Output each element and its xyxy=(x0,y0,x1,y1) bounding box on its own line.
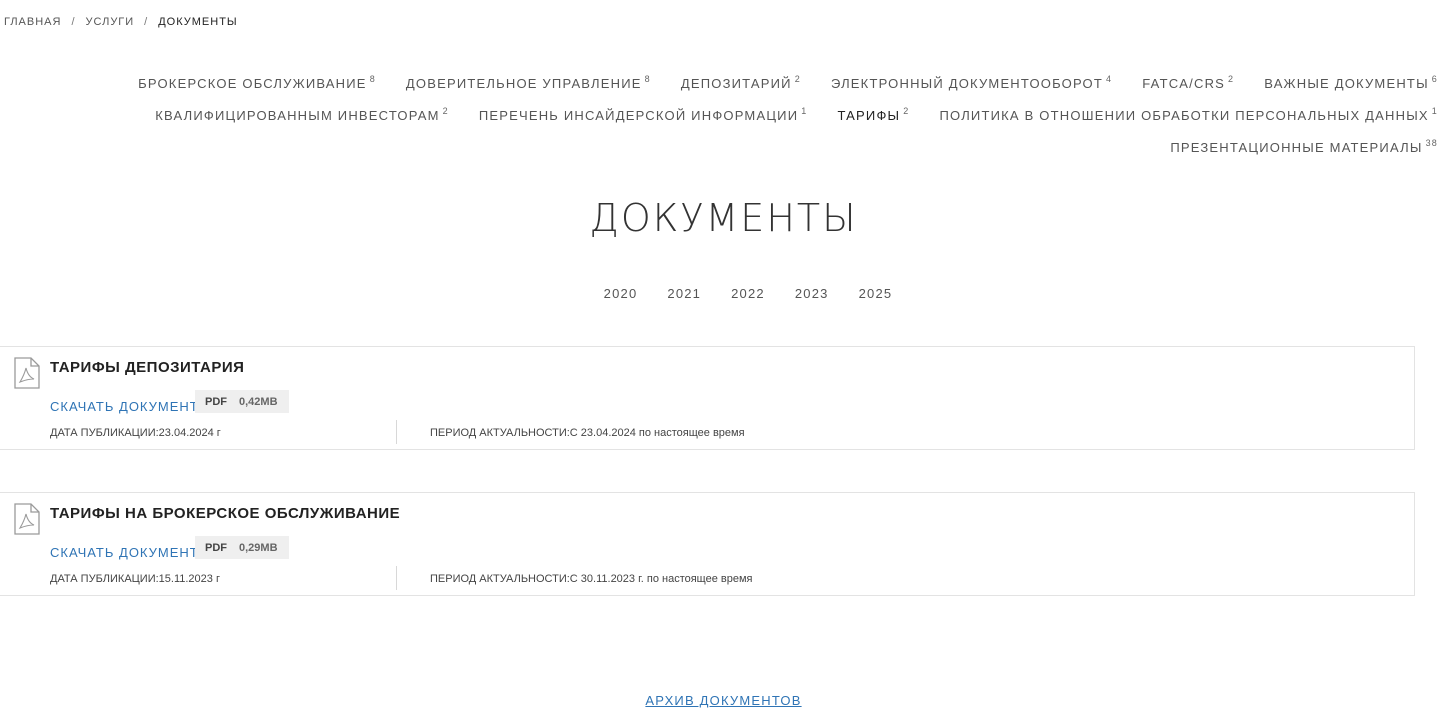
category-count: 2 xyxy=(1228,73,1235,84)
category-label: КВАЛИФИЦИРОВАННЫМ ИНВЕСТОРАМ xyxy=(155,107,440,123)
archive-link[interactable]: АРХИВ ДОКУМЕНТОВ xyxy=(645,693,801,708)
pdf-file-icon xyxy=(14,503,40,535)
category-tariffs[interactable]: ТАРИФЫ 2 xyxy=(837,106,909,123)
archive-section: АРХИВ ДОКУМЕНТОВ xyxy=(0,692,1447,710)
category-fatca-crs[interactable]: FATCA/CRS 2 xyxy=(1142,74,1234,91)
category-label: БРОКЕРСКОЕ ОБСЛУЖИВАНИЕ xyxy=(138,75,367,91)
breadcrumb-home[interactable]: ГЛАВНАЯ xyxy=(4,16,61,28)
breadcrumb-services[interactable]: УСЛУГИ xyxy=(86,16,135,28)
category-qualified-investors[interactable]: КВАЛИФИЦИРОВАННЫМ ИНВЕСТОРАМ 2 xyxy=(155,106,449,123)
meta-divider xyxy=(396,566,397,590)
breadcrumb-separator: / xyxy=(71,16,76,28)
category-insider-info[interactable]: ПЕРЕЧЕНЬ ИНСАЙДЕРСКОЙ ИНФОРМАЦИИ 1 xyxy=(479,106,808,123)
file-size: 0,42MB xyxy=(239,395,278,408)
year-2025[interactable]: 2025 xyxy=(859,286,893,301)
publication-date: ДАТА ПУБЛИКАЦИИ:23.04.2024 г xyxy=(50,427,221,439)
document-card: ТАРИФЫ ДЕПОЗИТАРИЯ СКАЧАТЬ ДОКУМЕНТ PDF … xyxy=(0,346,1415,450)
file-badge: PDF 0,29MB xyxy=(195,536,289,559)
category-count: 1 xyxy=(1431,105,1438,116)
pdf-file-icon xyxy=(14,357,40,389)
category-count: 1 xyxy=(801,105,808,116)
category-count: 6 xyxy=(1431,73,1438,84)
breadcrumb: ГЛАВНАЯ / УСЛУГИ / ДОКУМЕНТЫ xyxy=(4,16,238,28)
category-label: ПЕРЕЧЕНЬ ИНСАЙДЕРСКОЙ ИНФОРМАЦИИ xyxy=(478,107,799,123)
year-2020[interactable]: 2020 xyxy=(604,286,638,301)
breadcrumb-current: ДОКУМЕНТЫ xyxy=(158,16,238,28)
category-label: ТАРИФЫ xyxy=(837,107,901,123)
category-row: ПРЕЗЕНТАЦИОННЫЕ МАТЕРИАЛЫ 38 xyxy=(1140,130,1438,162)
relevance-period: ПЕРИОД АКТУАЛЬНОСТИ:С 30.11.2023 г. по н… xyxy=(430,573,753,585)
category-personal-data-policy[interactable]: ПОЛИТИКА В ОТНОШЕНИИ ОБРАБОТКИ ПЕРСОНАЛЬ… xyxy=(939,106,1438,123)
file-size: 0,29MB xyxy=(239,541,278,554)
category-count: 4 xyxy=(1106,73,1113,84)
category-label: ПРЕЗЕНТАЦИОННЫЕ МАТЕРИАЛЫ xyxy=(1170,139,1423,155)
year-2022[interactable]: 2022 xyxy=(731,286,765,301)
category-count: 2 xyxy=(903,105,910,116)
category-count: 8 xyxy=(644,73,651,84)
relevance-period: ПЕРИОД АКТУАЛЬНОСТИ:С 23.04.2024 по наст… xyxy=(430,427,745,439)
file-type: PDF xyxy=(205,395,227,408)
category-count: 2 xyxy=(442,105,449,116)
category-label: ДЕПОЗИТАРИЙ xyxy=(680,75,792,91)
document-title: ТАРИФЫ НА БРОКЕРСКОЕ ОБСЛУЖИВАНИЕ xyxy=(50,505,401,522)
category-count: 38 xyxy=(1425,137,1438,148)
meta-divider xyxy=(396,420,397,444)
category-brokerage[interactable]: БРОКЕРСКОЕ ОБСЛУЖИВАНИЕ 8 xyxy=(138,74,376,91)
category-label: FATCA/CRS xyxy=(1142,75,1226,91)
category-count: 8 xyxy=(369,73,376,84)
category-trust-management[interactable]: ДОВЕРИТЕЛЬНОЕ УПРАВЛЕНИЕ 8 xyxy=(406,74,651,91)
year-filter: 2020 2021 2022 2023 2025 xyxy=(0,286,1456,301)
year-2023[interactable]: 2023 xyxy=(795,286,829,301)
year-2021[interactable]: 2021 xyxy=(667,286,701,301)
category-label: ДОВЕРИТЕЛЬНОЕ УПРАВЛЕНИЕ xyxy=(405,75,642,91)
file-type: PDF xyxy=(205,541,227,554)
category-label: ВАЖНЫЕ ДОКУМЕНТЫ xyxy=(1264,75,1429,91)
category-important-docs[interactable]: ВАЖНЫЕ ДОКУМЕНТЫ 6 xyxy=(1264,74,1438,91)
file-badge: PDF 0,42MB xyxy=(195,390,289,413)
category-nav: БРОКЕРСКОЕ ОБСЛУЖИВАНИЕ 8 ДОВЕРИТЕЛЬНОЕ У… xyxy=(138,66,1438,162)
category-label: ЭЛЕКТРОННЫЙ ДОКУМЕНТООБОРОТ xyxy=(830,75,1104,91)
download-link[interactable]: СКАЧАТЬ ДОКУМЕНТ xyxy=(50,399,199,414)
category-presentations[interactable]: ПРЕЗЕНТАЦИОННЫЕ МАТЕРИАЛЫ 38 xyxy=(1170,138,1438,155)
publication-date: ДАТА ПУБЛИКАЦИИ:15.11.2023 г xyxy=(50,573,220,585)
page-title: ДОКУМЕНТЫ xyxy=(589,196,858,240)
category-row: КВАЛИФИЦИРОВАННЫМ ИНВЕСТОРАМ 2 ПЕРЕЧЕНЬ И… xyxy=(125,98,1438,130)
document-title: ТАРИФЫ ДЕПОЗИТАРИЯ xyxy=(50,359,245,376)
breadcrumb-separator: / xyxy=(144,16,149,28)
category-edo[interactable]: ЭЛЕКТРОННЫЙ ДОКУМЕНТООБОРОТ 4 xyxy=(831,74,1112,91)
document-card: ТАРИФЫ НА БРОКЕРСКОЕ ОБСЛУЖИВАНИЕ СКАЧАТ… xyxy=(0,492,1415,596)
category-row: БРОКЕРСКОЕ ОБСЛУЖИВАНИЕ 8 ДОВЕРИТЕЛЬНОЕ У… xyxy=(108,66,1438,98)
category-depository[interactable]: ДЕПОЗИТАРИЙ 2 xyxy=(681,74,801,91)
category-label: ПОЛИТИКА В ОТНОШЕНИИ ОБРАБОТКИ ПЕРСОНАЛЬ… xyxy=(939,107,1429,123)
download-link[interactable]: СКАЧАТЬ ДОКУМЕНТ xyxy=(50,545,199,560)
category-count: 2 xyxy=(794,73,801,84)
